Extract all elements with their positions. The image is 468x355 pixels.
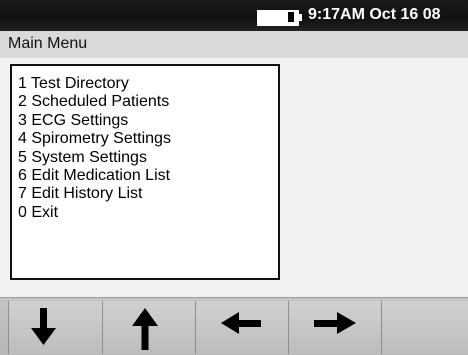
menu-item-scheduled-patients[interactable]: 2 Scheduled Patients	[18, 93, 171, 111]
softkey-right-button[interactable]	[288, 301, 381, 354]
main-menu-list: 1 Test Directory 2 Scheduled Patients 3 …	[18, 75, 171, 222]
battery-terminal	[297, 14, 302, 21]
menu-item-spirometry-settings[interactable]: 4 Spirometry Settings	[18, 130, 171, 148]
menu-item-ecg-settings[interactable]: 3 ECG Settings	[18, 112, 171, 130]
softkey-down-button[interactable]	[8, 301, 102, 354]
menu-item-edit-medication-list[interactable]: 6 Edit Medication List	[18, 167, 171, 185]
menu-item-exit[interactable]: 0 Exit	[18, 204, 171, 222]
arrow-up-icon	[132, 308, 158, 350]
battery-level	[288, 12, 294, 22]
menu-item-edit-history-list[interactable]: 7 Edit History List	[18, 185, 171, 203]
menu-item-system-settings[interactable]: 5 System Settings	[18, 149, 171, 167]
softkey-left-button[interactable]	[195, 301, 288, 354]
arrow-down-icon	[31, 308, 56, 345]
clock-readout: 9:17AM Oct 16 08	[308, 6, 441, 23]
page-title: Main Menu	[8, 35, 88, 52]
softkey-blank-button[interactable]	[381, 301, 468, 354]
menu-item-test-directory[interactable]: 1 Test Directory	[18, 75, 171, 93]
softkey-up-button[interactable]	[102, 301, 195, 354]
arrow-right-icon	[314, 312, 356, 334]
arrow-left-icon	[221, 312, 261, 334]
